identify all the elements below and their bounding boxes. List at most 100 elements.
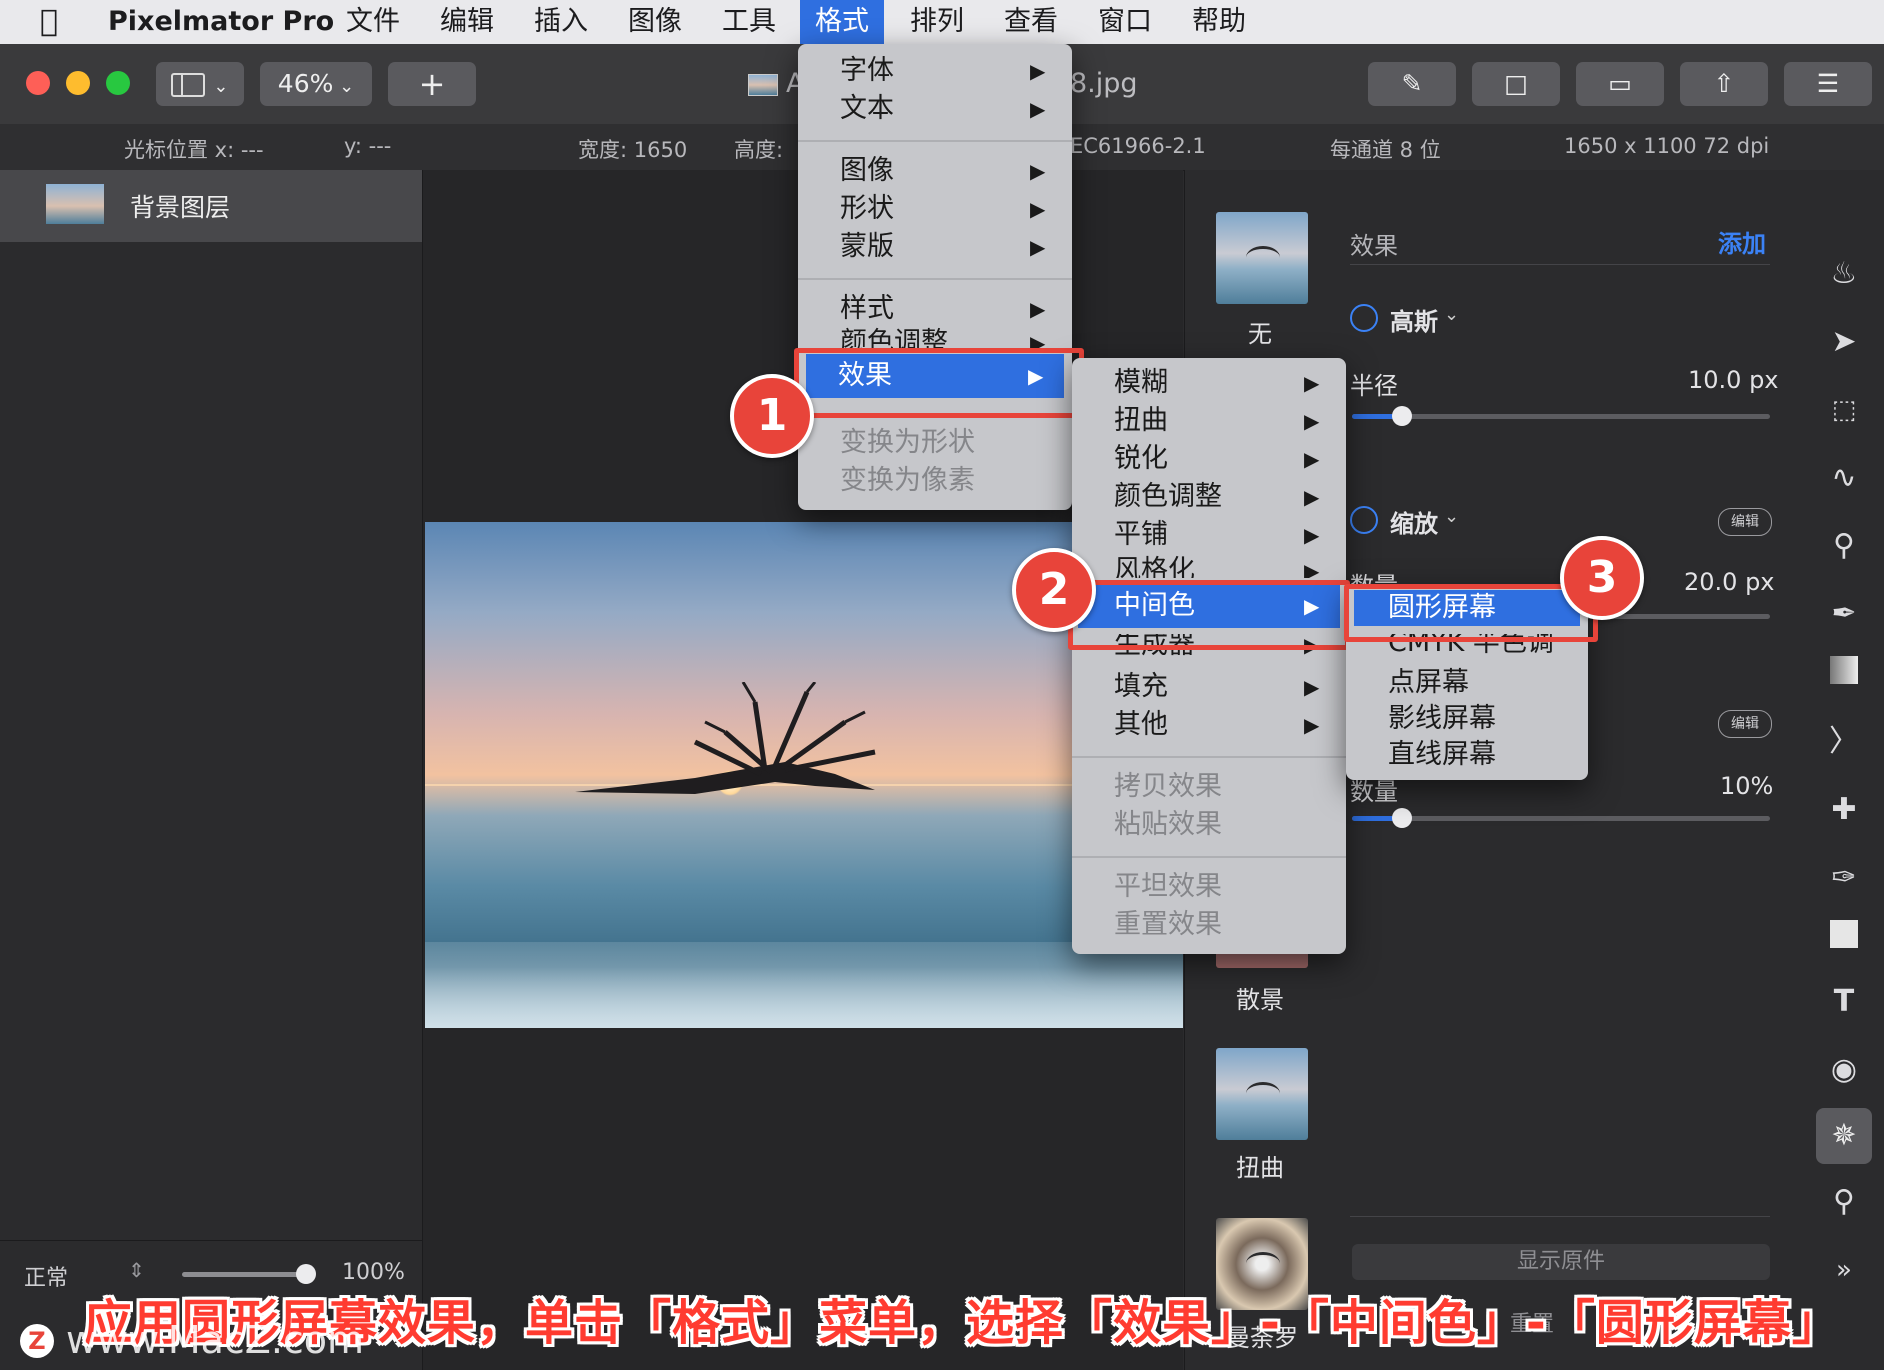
pen-icon[interactable]: ✑ (1826, 860, 1862, 896)
menu-bar:  Pixelmator Pro 文件 编辑 插入 图像 工具 格式 排列 查看… (0, 0, 1884, 45)
submenu-arrow-icon: ▶ (1304, 447, 1320, 471)
sidebar-toggle-button[interactable]: ⌄ (156, 62, 244, 106)
zoom-level-button[interactable]: 46% ⌄ (260, 62, 372, 106)
chevron-down-icon: ⌄ (1444, 506, 1460, 527)
effects-menu-item-distort[interactable]: 扭曲 ▶ (1114, 402, 1346, 440)
menu-arrange[interactable]: 排列 (910, 0, 964, 44)
share-button[interactable]: ⇧ (1680, 62, 1768, 106)
show-original-button[interactable]: 显示原件 (1352, 1244, 1770, 1280)
arrow-pointer-icon[interactable]: ➤ (1826, 324, 1862, 360)
layer-row[interactable]: 背景图层 (0, 170, 422, 242)
color-picker-icon[interactable]: ⚲ (1826, 528, 1862, 564)
edit-zoom-button[interactable]: 编辑 (1718, 508, 1772, 536)
effects-menu-item-stylize[interactable]: 风格化 ▶ (1114, 552, 1346, 578)
menu-item-label: 模糊 (1114, 367, 1168, 398)
submenu-arrow-icon: ▶ (1030, 59, 1046, 83)
menu-item-label: 图像 (840, 155, 894, 186)
image-width: 宽度: 1650 (578, 138, 688, 162)
submenu-arrow-icon: ▶ (1304, 559, 1320, 578)
blend-mode-select[interactable]: 正常 (24, 1260, 68, 1292)
menu-file[interactable]: 文件 (346, 0, 400, 44)
add-button[interactable]: + (388, 62, 476, 106)
repair-tool-button[interactable]: ✎ (1368, 62, 1456, 106)
crop-button[interactable]: □ (1472, 62, 1560, 106)
radius-value: 10.0 px (1688, 366, 1779, 394)
menu-edit[interactable]: 编辑 (440, 0, 494, 44)
menu-format[interactable]: 格式 (800, 0, 884, 44)
radius-slider-knob[interactable] (1392, 406, 1412, 426)
effect-thumb-distort-label: 扭曲 (1236, 1154, 1284, 1182)
adjustments-button[interactable]: ☰ (1784, 62, 1872, 106)
zoom-label[interactable]: 缩放 (1390, 504, 1438, 539)
menu-item-label: 形状 (840, 193, 894, 224)
halftone-menu-item-dot-screen[interactable]: 点屏幕 (1388, 664, 1588, 702)
format-menu-item-text[interactable]: 文本 ▶ (840, 90, 1072, 128)
lasso-icon[interactable]: ∿ (1826, 460, 1862, 496)
amount2-slider[interactable] (1352, 808, 1770, 828)
effect-thumb-distort[interactable] (1216, 1048, 1308, 1140)
menu-item-label: 蒙版 (840, 231, 894, 262)
effects-menu-item-sharpen[interactable]: 锐化 ▶ (1114, 440, 1346, 478)
format-menu-item-shape[interactable]: 形状 ▶ (840, 190, 1072, 228)
effects-sparkle-icon: ✵ (1831, 1118, 1857, 1153)
menu-help[interactable]: 帮助 (1192, 0, 1246, 44)
zoom-toggle[interactable] (1350, 506, 1378, 534)
amount2-slider-knob[interactable] (1392, 808, 1412, 828)
document-title-suffix: 8.jpg (1070, 68, 1138, 99)
menu-image[interactable]: 图像 (628, 0, 682, 44)
format-menu-item-image[interactable]: 图像 ▶ (840, 152, 1072, 190)
menu-app-name[interactable]: Pixelmator Pro (108, 0, 334, 44)
menu-view[interactable]: 查看 (1004, 0, 1058, 44)
format-menu-item-font[interactable]: 字体 ▶ (840, 52, 1072, 90)
effects-menu-item-fill[interactable]: 填充 ▶ (1114, 668, 1346, 706)
effect-thumb-bokeh-label: 散景 (1236, 986, 1284, 1014)
effects-menu-item-color-adjust[interactable]: 颜色调整 ▶ (1114, 478, 1346, 516)
menu-item-label: 颜色调整 (840, 327, 948, 348)
zoom-window-button[interactable] (106, 71, 130, 95)
close-window-button[interactable] (26, 71, 50, 95)
effects-menu-item-tile[interactable]: 平铺 ▶ (1114, 516, 1346, 554)
add-effect-button[interactable]: 添加 (1718, 224, 1766, 259)
format-menu-item-mask[interactable]: 蒙版 ▶ (840, 228, 1072, 266)
submenu-arrow-icon: ▶ (1030, 235, 1046, 259)
effect-thumb-none[interactable] (1216, 212, 1308, 304)
opacity-slider[interactable] (182, 1264, 316, 1284)
paint-bucket-icon[interactable]: ♨ (1826, 256, 1862, 292)
effects-menu-item-reset: 重置效果 (1114, 909, 1222, 940)
menu-window[interactable]: 窗口 (1098, 0, 1152, 44)
amount-value: 20.0 px (1684, 568, 1775, 596)
menu-item-label: 其他 (1114, 709, 1168, 740)
edit-second-effect-button[interactable]: 编辑 (1718, 710, 1772, 738)
menu-item-label: 风格化 (1114, 555, 1195, 578)
format-menu-item-color-adjust[interactable]: 颜色调整 ▶ (840, 324, 1072, 348)
minimize-window-button[interactable] (66, 71, 90, 95)
effects-menu-item-other[interactable]: 其他 ▶ (1114, 706, 1346, 744)
effects-tool-active[interactable]: ✵ (1816, 1108, 1872, 1164)
shape-icon[interactable] (1826, 920, 1862, 956)
effect-thumb-none-label: 无 (1248, 320, 1272, 348)
effects-menu-item-blur[interactable]: 模糊 ▶ (1114, 364, 1346, 402)
bandage-icon[interactable]: ✚ (1826, 792, 1862, 828)
menu-insert[interactable]: 插入 (534, 0, 588, 44)
gaussian-label[interactable]: 高斯 (1390, 302, 1438, 337)
format-menu-item-style[interactable]: 样式 ▶ (840, 290, 1072, 328)
halftone-menu-item-hatched-screen[interactable]: 影线屏幕 (1388, 700, 1588, 738)
step-badge-2: 2 (1012, 548, 1096, 632)
halftone-menu-item-line-screen[interactable]: 直线屏幕 (1388, 736, 1588, 774)
gaussian-toggle[interactable] (1350, 304, 1378, 332)
color-profile: EC61966-2.1 (1070, 134, 1206, 158)
rect-select-icon[interactable]: ⬚ (1826, 392, 1862, 428)
menu-tools[interactable]: 工具 (722, 0, 776, 44)
opacity-slider-knob[interactable] (296, 1264, 316, 1284)
format-button[interactable]: ▭ (1576, 62, 1664, 106)
zoom-magnifier-icon[interactable]: ⚲ (1826, 1184, 1862, 1220)
type-icon[interactable]: T (1826, 984, 1862, 1020)
eraser-icon[interactable]: 〉 (1826, 724, 1862, 760)
gradient-icon[interactable] (1826, 656, 1862, 692)
zoom-value: 46% (277, 69, 334, 98)
brush-icon[interactable]: ✒ (1826, 596, 1862, 632)
radius-slider[interactable] (1352, 406, 1770, 426)
apple-icon[interactable]:  (40, 0, 58, 44)
submenu-arrow-icon: ▶ (1030, 197, 1046, 221)
color-adjust-icon[interactable]: ◉ (1826, 1052, 1862, 1088)
